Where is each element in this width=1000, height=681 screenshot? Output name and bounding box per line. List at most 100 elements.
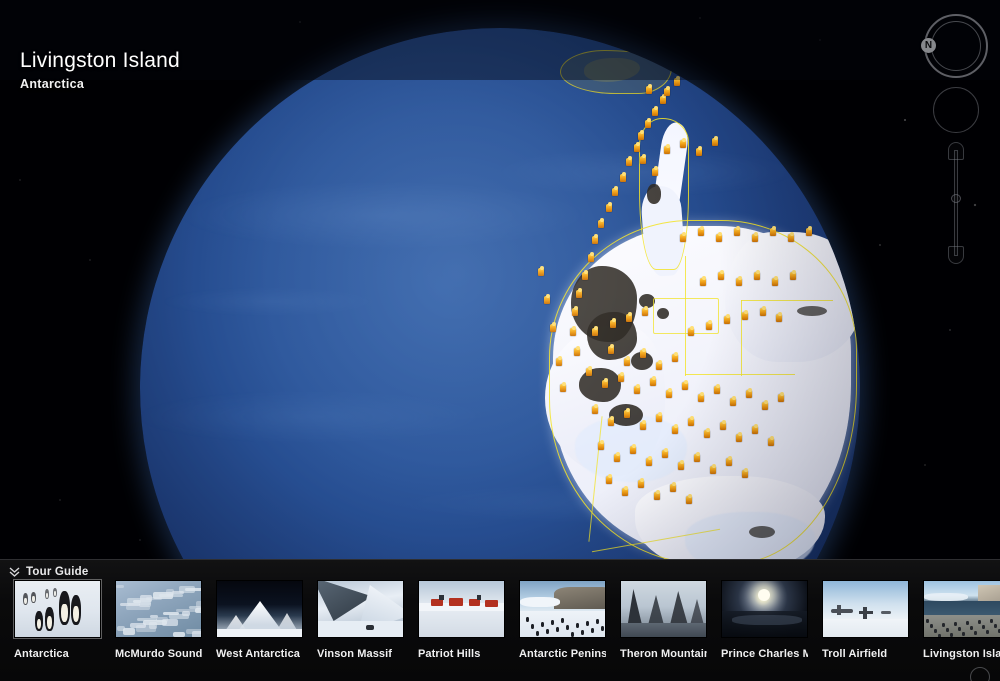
compass-ring-inner[interactable] bbox=[931, 21, 981, 71]
thumbnail-detail bbox=[930, 624, 933, 628]
tour-guide-title: Tour Guide bbox=[26, 566, 89, 578]
thumbnail-detail bbox=[962, 632, 965, 636]
tour-guide-item[interactable]: Antarctic Peninsula bbox=[519, 580, 606, 660]
thumbnail-detail bbox=[45, 607, 54, 631]
zoom-out-button[interactable] bbox=[948, 246, 964, 264]
tour-guide-thumbnail[interactable] bbox=[418, 580, 505, 638]
thumbnail-detail bbox=[485, 600, 498, 607]
thumbnail-detail bbox=[978, 620, 981, 624]
thumbnail-detail bbox=[531, 624, 534, 629]
thumbnail-detail bbox=[561, 618, 564, 623]
thumbnail-detail bbox=[116, 585, 124, 588]
tour-guide-thumbnail[interactable] bbox=[115, 580, 202, 638]
thumbnail-detail bbox=[153, 592, 173, 599]
tour-guide-item-label: Livingston Island bbox=[923, 648, 1000, 660]
globe[interactable] bbox=[114, 2, 886, 561]
thumbnail-detail bbox=[477, 595, 481, 600]
thumbnail-detail bbox=[71, 595, 81, 625]
tour-guide-item[interactable]: Troll Airfield bbox=[822, 580, 909, 660]
thumbnail-detail bbox=[970, 626, 973, 630]
thumbnail-detail bbox=[881, 611, 891, 614]
thumbnail-detail bbox=[217, 629, 302, 637]
tour-guide-thumbnail[interactable] bbox=[822, 580, 909, 638]
thumbnail-detail bbox=[137, 618, 157, 621]
thumbnail-detail bbox=[186, 629, 201, 634]
tour-guide-item-label: Theron Mountains bbox=[620, 648, 707, 660]
tour-guide-item[interactable]: Livingston Island bbox=[923, 580, 1000, 660]
thumbnail-detail bbox=[831, 609, 853, 613]
thumbnail-detail bbox=[934, 629, 937, 633]
tour-guide-item-label: Antarctica bbox=[14, 648, 69, 660]
thumbnail-image bbox=[924, 581, 1000, 637]
tour-guide-item-label: West Antarctica bbox=[216, 648, 301, 660]
thumbnail-detail bbox=[823, 619, 908, 637]
thumbnail-detail bbox=[958, 627, 961, 631]
thumbnail-detail bbox=[469, 599, 480, 606]
thumbnail-detail bbox=[586, 621, 589, 626]
thumbnail-detail bbox=[176, 609, 200, 612]
thumbnail-detail bbox=[520, 597, 560, 607]
thumbnail-detail bbox=[837, 605, 841, 615]
thumbnail-detail bbox=[546, 629, 549, 634]
thumbnail-detail bbox=[758, 589, 770, 601]
tour-guide-item-label: Troll Airfield bbox=[822, 648, 888, 660]
thumbnail-detail bbox=[581, 630, 584, 635]
thumbnail-detail bbox=[419, 611, 504, 637]
tour-guide-thumbnail-strip[interactable]: Antarctica McMurdo Sound West Antarctica Vi… bbox=[0, 579, 1000, 680]
tour-guide-thumbnail[interactable] bbox=[620, 580, 707, 638]
thumbnail-detail bbox=[596, 619, 599, 624]
zoom-slider-handle[interactable] bbox=[951, 194, 961, 203]
thumbnail-detail bbox=[179, 586, 195, 593]
thumbnail-image bbox=[318, 581, 403, 637]
thumbnail-detail bbox=[732, 615, 802, 625]
tour-guide-thumbnail[interactable] bbox=[721, 580, 808, 638]
thumbnail-detail bbox=[954, 622, 957, 626]
tour-guide-panel: Tour Guide Antarctica McMurdo Sound West A… bbox=[0, 559, 1000, 681]
thumbnail-image bbox=[116, 581, 201, 637]
thumbnail-detail bbox=[566, 625, 569, 630]
tour-guide-thumbnail[interactable] bbox=[317, 580, 404, 638]
tour-guide-item[interactable]: Theron Mountains bbox=[620, 580, 707, 660]
tour-guide-thumbnail[interactable] bbox=[923, 580, 1000, 638]
thumbnail-detail bbox=[946, 628, 949, 632]
tour-guide-thumbnail[interactable] bbox=[519, 580, 606, 638]
thumbnail-detail bbox=[621, 623, 706, 637]
thumbnail-detail bbox=[541, 622, 544, 627]
thumbnail-image bbox=[520, 581, 605, 637]
thumbnail-detail bbox=[576, 623, 579, 628]
thumbnail-detail bbox=[59, 591, 70, 625]
earth-3d-viewport[interactable]: Livingston Island Antarctica N bbox=[0, 0, 1000, 561]
tour-guide-item[interactable]: Prince Charles M... bbox=[721, 580, 808, 660]
thumbnail-detail bbox=[163, 612, 179, 615]
thumbnail-detail bbox=[45, 589, 49, 599]
thumbnail-detail bbox=[571, 632, 574, 637]
thumbnail-image bbox=[15, 581, 100, 637]
tour-guide-item[interactable]: West Antarctica bbox=[216, 580, 303, 660]
tour-guide-item-label: Prince Charles M... bbox=[721, 648, 808, 660]
tour-guide-item-label: Patriot Hills bbox=[418, 648, 481, 660]
double-chevron-down-icon[interactable] bbox=[9, 566, 20, 578]
zoom-slider-track[interactable] bbox=[954, 150, 958, 256]
tour-guide-item[interactable]: Vinson Massif bbox=[317, 580, 404, 660]
thumbnail-detail bbox=[173, 632, 185, 637]
tour-guide-item[interactable]: Patriot Hills bbox=[418, 580, 505, 660]
thumbnail-detail bbox=[431, 599, 443, 606]
compass-north-icon[interactable]: N bbox=[921, 38, 936, 53]
tour-guide-item-label: Antarctic Peninsula bbox=[519, 648, 606, 660]
zoom-slider[interactable] bbox=[943, 142, 969, 264]
thumbnail-detail bbox=[974, 631, 977, 635]
thumbnail-detail bbox=[990, 619, 993, 623]
tour-guide-item[interactable]: Antarctica bbox=[13, 579, 102, 660]
thumbnail-detail bbox=[994, 624, 997, 628]
page-title: Livingston Island bbox=[20, 49, 180, 72]
navigation-controls[interactable]: N bbox=[920, 12, 992, 272]
tour-guide-header[interactable]: Tour Guide bbox=[0, 560, 1000, 582]
tour-guide-thumbnail[interactable] bbox=[216, 580, 303, 638]
tour-guide-item-label: McMurdo Sound bbox=[115, 648, 202, 660]
look-around-ring[interactable] bbox=[933, 87, 979, 133]
thumbnail-image bbox=[621, 581, 706, 637]
tour-guide-item[interactable]: McMurdo Sound bbox=[115, 580, 202, 660]
tour-guide-thumbnail[interactable] bbox=[13, 579, 102, 639]
thumbnail-detail bbox=[926, 619, 929, 623]
thumbnail-detail bbox=[551, 620, 554, 625]
